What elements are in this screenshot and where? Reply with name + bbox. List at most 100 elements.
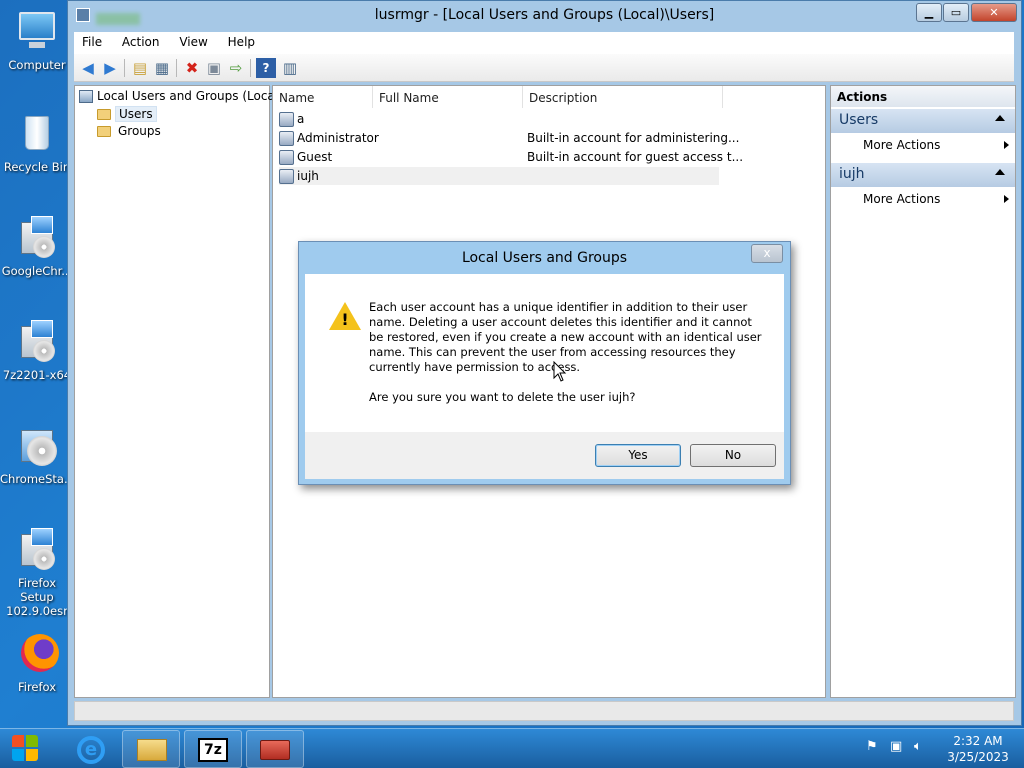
up-folder-icon[interactable]: ▤ (130, 58, 150, 78)
back-icon[interactable]: ◀ (78, 58, 98, 78)
no-button[interactable]: No (690, 444, 776, 467)
console-icon (79, 89, 93, 103)
clock-date: 3/25/2023 (947, 750, 1009, 764)
section-title: iujh (839, 166, 865, 182)
toolbox-icon (260, 740, 290, 760)
column-header-full-name[interactable]: Full Name (373, 86, 523, 108)
table-row[interactable]: Guest Built-in account for guest access … (279, 148, 743, 166)
menu-help[interactable]: Help (220, 32, 263, 52)
dialog-close-button[interactable]: x (751, 244, 783, 263)
show-hide-action-pane-icon[interactable]: ▥ (280, 58, 300, 78)
computer-management-taskbar-button[interactable] (246, 730, 304, 768)
action-label: More Actions (863, 192, 941, 206)
close-button[interactable]: ✕ (971, 3, 1017, 22)
actions-header: Actions (831, 86, 1015, 107)
desktop-icon-chromestandalone[interactable]: ChromeSta... (0, 424, 75, 486)
cell-name: Guest (297, 150, 333, 164)
cd-installer-icon (13, 424, 61, 468)
warning-mark: ! (341, 310, 349, 329)
submenu-arrow-icon (1004, 141, 1009, 149)
network-icon[interactable]: ▣ (890, 739, 902, 754)
system-clock[interactable]: 2:32 AM 3/25/2023 (938, 733, 1018, 765)
volume-muted-icon[interactable]: 🔈︎ (914, 739, 922, 754)
action-label: More Actions (863, 138, 941, 152)
maximize-button[interactable]: ▭ (943, 3, 969, 22)
internet-explorer-taskbar-button[interactable]: e (62, 730, 120, 768)
menu-file[interactable]: File (74, 32, 110, 52)
table-row-selected[interactable]: iujh (279, 167, 719, 185)
title-bar[interactable]: lusrmgr - [Local Users and Groups (Local… (68, 1, 1021, 31)
desktop-icon-label: GoogleChr... (1, 264, 73, 278)
more-actions-iujh[interactable]: More Actions (863, 192, 1013, 206)
forward-icon[interactable]: ▶ (100, 58, 120, 78)
installer-icon (13, 320, 61, 364)
internet-explorer-icon: e (77, 736, 105, 764)
delete-icon[interactable]: ✖ (182, 58, 202, 78)
collapse-icon[interactable] (995, 169, 1005, 175)
desktop-icon-googlechrome[interactable]: GoogleChr... (0, 216, 74, 278)
desktop-icon-label: ChromeSta... (0, 472, 75, 486)
window-title: lusrmgr - [Local Users and Groups (Local… (374, 7, 715, 23)
dialog-title: Local Users and Groups (461, 250, 628, 266)
user-icon (279, 168, 294, 184)
clock-time: 2:32 AM (953, 734, 1003, 748)
menu-view[interactable]: View (171, 32, 215, 52)
installer-icon (13, 528, 61, 572)
firefox-icon (13, 632, 61, 676)
installer-icon (13, 216, 61, 260)
show-hide-tree-icon[interactable]: ▦ (152, 58, 172, 78)
table-row[interactable]: a (279, 110, 527, 128)
desktop-icon-recycle-bin[interactable]: Recycle Bin (0, 112, 74, 174)
delete-confirmation-dialog: Local Users and Groups x ! Each user acc… (298, 241, 791, 485)
7zip-taskbar-button[interactable]: 7z (184, 730, 242, 768)
tree-root[interactable]: Local Users and Groups (Local) (79, 89, 283, 103)
file-explorer-taskbar-button[interactable] (122, 730, 180, 768)
computer-icon (13, 10, 61, 54)
desktop-icon-label: Firefox (17, 680, 57, 694)
properties-icon[interactable]: ▣ (204, 58, 224, 78)
status-bar (74, 701, 1014, 721)
desktop-icon-label: Recycle Bin (3, 160, 71, 174)
tree-item-users[interactable]: Users (97, 106, 157, 122)
yes-button[interactable]: Yes (595, 444, 681, 467)
dialog-body: ! Each user account has a unique identif… (305, 274, 784, 432)
desktop-icon-7z[interactable]: 7z2201-x64 (0, 320, 74, 382)
submenu-arrow-icon (1004, 195, 1009, 203)
column-header-description[interactable]: Description (523, 86, 723, 108)
tree-item-groups[interactable]: Groups (97, 124, 164, 138)
cell-name: Administrator (297, 131, 379, 145)
actions-pane: Actions Users More Actions iujh More Act… (830, 85, 1016, 698)
taskbar: e 7z ⚑ ▣ 🔈︎ 2:32 AM 3/25/2023 (0, 728, 1024, 768)
desktop-icon-label: 7z2201-x64 (2, 368, 72, 382)
collapse-icon[interactable] (995, 115, 1005, 121)
menu-action[interactable]: Action (114, 32, 168, 52)
actions-section-users[interactable]: Users (831, 109, 1015, 133)
folder-icon (97, 108, 111, 120)
table-row[interactable]: Administrator Built-in account for admin… (279, 129, 739, 147)
folder-icon (97, 125, 111, 137)
tree-item-label: Users (115, 106, 157, 122)
dialog-message: Each user account has a unique identifie… (369, 300, 762, 374)
7zip-icon: 7z (198, 738, 228, 762)
help-icon[interactable]: ? (256, 58, 276, 78)
more-actions-users[interactable]: More Actions (863, 138, 1013, 152)
toolbar: ◀ ▶ ▤ ▦ ✖ ▣ ⇨ ? ▥ (74, 54, 1014, 82)
section-title: Users (839, 112, 879, 128)
desktop-icon-firefox-setup[interactable]: Firefox Setup 102.9.0esr (0, 528, 74, 618)
minimize-button[interactable]: ▁ (916, 3, 942, 22)
cell-name: iujh (297, 169, 319, 183)
desktop-icon-computer[interactable]: Computer (0, 10, 74, 72)
actions-section-iujh[interactable]: iujh (831, 163, 1015, 187)
desktop-icon-firefox[interactable]: Firefox (0, 632, 74, 694)
dialog-question: Are you sure you want to delete the user… (369, 390, 636, 404)
user-disabled-icon (279, 130, 294, 146)
column-header-name[interactable]: Name (273, 86, 373, 108)
desktop-icon-label: Computer (8, 58, 66, 72)
menu-bar: File Action View Help (74, 32, 1014, 54)
cell-description: Built-in account for guest access t... (527, 150, 744, 164)
user-icon (279, 111, 294, 127)
start-button[interactable] (12, 735, 40, 763)
action-center-flag-icon[interactable]: ⚑ (866, 739, 878, 754)
recycle-bin-icon (13, 112, 61, 156)
export-list-icon[interactable]: ⇨ (226, 58, 246, 78)
